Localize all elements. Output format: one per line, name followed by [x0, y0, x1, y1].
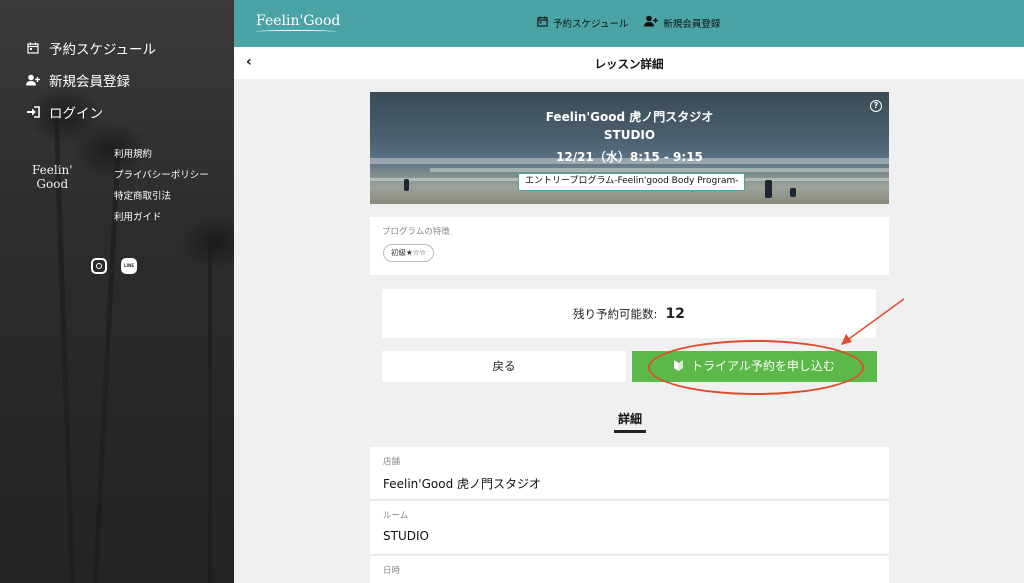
- remaining-count: 12: [665, 305, 685, 322]
- features-label: プログラムの特徴: [382, 227, 450, 237]
- info-row-store: 店舗 Feelin'Good 虎ノ門スタジオ: [370, 447, 889, 500]
- palm-decoration: [208, 240, 212, 583]
- sidebar-nav: 予約スケジュール 新規会員登録 ログイン: [26, 32, 156, 128]
- social-links: LINE: [91, 258, 137, 274]
- logo-line: Feelin': [32, 163, 73, 177]
- calendar-icon: [537, 15, 548, 30]
- program-features-card: プログラムの特徴 初級★☆☆: [370, 217, 889, 275]
- top-nav-label: 新規会員登録: [663, 18, 721, 30]
- top-nav-register[interactable]: 新規会員登録: [644, 15, 720, 30]
- privacy-link[interactable]: プライバシーポリシー: [114, 169, 209, 190]
- line-icon[interactable]: LINE: [121, 258, 137, 274]
- sidebar-item-label: ログイン: [49, 106, 103, 122]
- calendar-icon: [26, 41, 40, 55]
- person-silhouette: [790, 188, 796, 197]
- sidebar-item-label: 予約スケジュール: [49, 42, 157, 58]
- add-user-icon: [644, 15, 659, 30]
- remaining-slots: 残り予約可能数: 12: [382, 289, 876, 338]
- annotation-ellipse: [648, 340, 864, 395]
- level-tag: 初級★☆☆: [383, 244, 435, 262]
- top-nav-schedule[interactable]: 予約スケジュール: [537, 15, 628, 30]
- info-value: Feelin'Good 虎ノ門スタジオ: [383, 477, 541, 491]
- guide-link[interactable]: 利用ガイド: [114, 211, 209, 232]
- instagram-icon[interactable]: [91, 258, 107, 274]
- page-title: レッスン詳細: [594, 57, 664, 71]
- top-bar: Feelin'Good 予約スケジュール 新規会員登録: [234, 0, 1024, 47]
- sidebar-links: 利用規約 プライバシーポリシー 特定商取引法 利用ガイド: [114, 148, 209, 232]
- sidebar-item-schedule[interactable]: 予約スケジュール: [26, 32, 156, 64]
- banner-room: STUDIO: [603, 128, 656, 142]
- sidebar-logo[interactable]: Feelin' Good: [32, 163, 73, 191]
- lesson-banner: Feelin'Good 虎ノ門スタジオ STUDIO 12/21（水）8:15 …: [370, 92, 889, 204]
- details-underline: [614, 430, 646, 433]
- help-icon[interactable]: ?: [870, 100, 882, 112]
- commerce-law-link[interactable]: 特定商取引法: [114, 190, 209, 211]
- program-badge: エントリープログラム-Feelin'good Body Program-: [518, 173, 746, 191]
- details-heading: 詳細: [617, 412, 642, 426]
- info-label: 日時: [383, 566, 401, 576]
- back-button[interactable]: 戻る: [382, 351, 626, 382]
- header-logo[interactable]: Feelin'Good: [256, 13, 340, 31]
- sidebar-item-register[interactable]: 新規会員登録: [26, 64, 156, 96]
- top-nav: 予約スケジュール 新規会員登録: [537, 15, 720, 30]
- sidebar-item-login[interactable]: ログイン: [26, 96, 156, 128]
- sidebar: 予約スケジュール 新規会員登録 ログイン Feelin' Good 利用規約 プ…: [0, 0, 234, 583]
- info-row-room: ルーム STUDIO: [370, 501, 889, 555]
- banner-studio: Feelin'Good 虎ノ門スタジオ: [545, 110, 714, 124]
- info-value: STUDIO: [383, 529, 429, 543]
- line-icon-text: LINE: [124, 263, 135, 268]
- info-label: ルーム: [383, 511, 409, 521]
- person-silhouette: [765, 180, 772, 198]
- info-row-datetime: 日時: [370, 556, 889, 583]
- info-label: 店舗: [383, 457, 401, 467]
- logo-line: Good: [36, 177, 69, 191]
- page-header: ‹ レッスン詳細: [234, 47, 1024, 79]
- wave-decoration: [430, 168, 889, 172]
- add-user-icon: [26, 73, 40, 87]
- login-icon: [26, 105, 40, 119]
- banner-datetime: 12/21（水）8:15 - 9:15: [556, 150, 703, 164]
- terms-link[interactable]: 利用規約: [114, 148, 209, 169]
- annotation-arrow: [841, 298, 905, 345]
- sidebar-item-label: 新規会員登録: [49, 74, 130, 90]
- top-nav-label: 予約スケジュール: [553, 18, 629, 30]
- person-silhouette: [404, 179, 409, 191]
- remaining-label: 残り予約可能数:: [573, 306, 658, 321]
